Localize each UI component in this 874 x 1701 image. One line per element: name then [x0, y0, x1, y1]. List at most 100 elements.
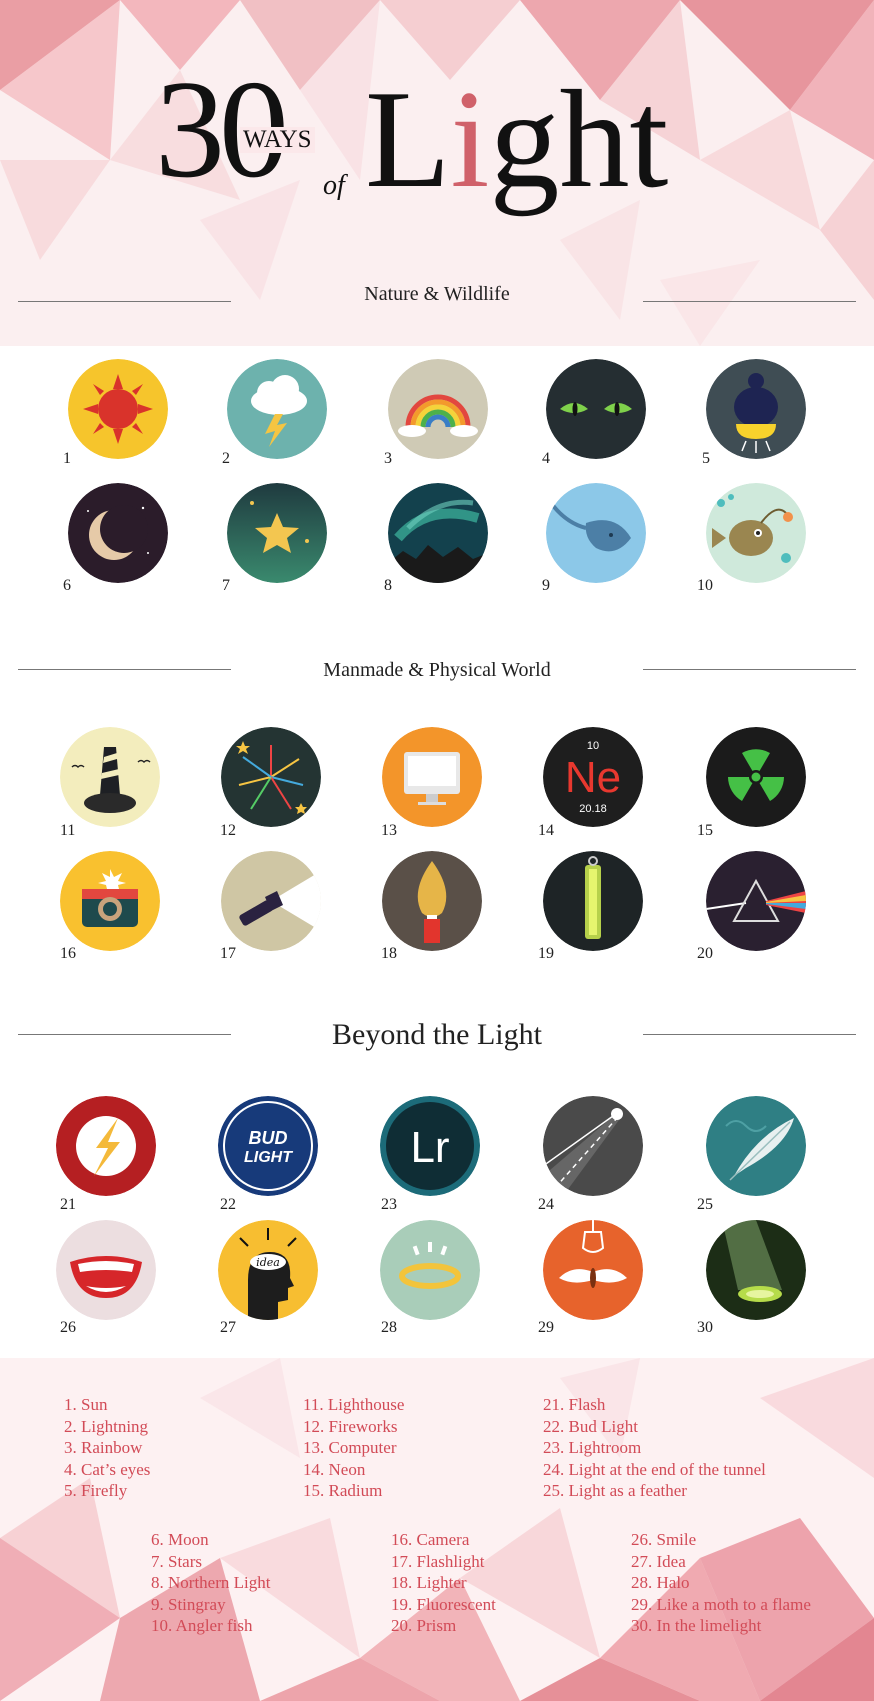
legend-column: 11. Lighthouse 12. Fireworks 13. Compute…: [303, 1394, 404, 1502]
title-word-end: ght: [489, 62, 669, 217]
legend-item: 18. Lighter: [391, 1573, 467, 1593]
legend-item: 16. Camera: [391, 1530, 470, 1549]
limelight-icon: [706, 1220, 806, 1320]
legend-item: 2. Lightning: [64, 1416, 149, 1436]
legend-item: 23. Lightroom: [543, 1438, 642, 1458]
neon-number: 10: [587, 740, 599, 752]
bud-logo-bottom: LIGHT: [244, 1149, 293, 1166]
legend-column: 26. Smile 27. Idea 28. Halo 29. Like a m…: [631, 1529, 811, 1637]
legend-item: 3. Rainbow: [64, 1438, 143, 1458]
flashlight-icon: [221, 851, 321, 951]
cat-eyes-icon: [546, 359, 646, 459]
legend-item: 8. Northern Light: [151, 1573, 271, 1593]
section-title-nature: Nature & Wildlife: [364, 283, 510, 305]
lightroom-logo: Lr: [410, 1123, 449, 1172]
bud-light-icon: BUD LIGHT: [218, 1096, 318, 1196]
legend-item: 5. Firefly: [64, 1481, 128, 1501]
icon-number: 2: [222, 450, 230, 467]
legend-item: 25. Light as a feather: [543, 1481, 687, 1501]
moth-flame-icon: [543, 1220, 643, 1320]
legend-item: 11. Lighthouse: [303, 1395, 405, 1414]
section-divider-left: [18, 669, 231, 670]
title-of: of: [323, 170, 345, 201]
legend-item: 27. Idea: [631, 1551, 686, 1571]
legend-item: 20. Prism: [391, 1616, 457, 1636]
icon-number: 28: [381, 1319, 397, 1336]
legend-item: 6. Moon: [151, 1530, 209, 1549]
legend-column: 21. Flash 22. Bud Light 23. Lightroom 24…: [543, 1394, 766, 1502]
tunnel-light-icon: [543, 1096, 643, 1196]
idea-label: idea: [256, 1256, 280, 1269]
legend-item: 7. Stars: [151, 1551, 202, 1571]
section-divider-left: [18, 1034, 231, 1035]
legend-item: 14. Neon: [303, 1459, 366, 1479]
rainbow-icon: [388, 359, 488, 459]
icon-number: 5: [702, 450, 710, 467]
smile-icon: [56, 1220, 156, 1320]
bud-logo-top: BUD: [249, 1128, 288, 1148]
icon-number: 25: [697, 1196, 713, 1213]
icon-number: 4: [542, 450, 550, 467]
section-divider-left: [18, 301, 231, 302]
icon-number: 3: [384, 450, 392, 467]
title-word-start: L: [365, 62, 451, 217]
camera-icon: [60, 851, 160, 951]
title-word-highlight: i: [450, 62, 490, 217]
legend-item: 9. Stingray: [151, 1594, 226, 1614]
feather-icon: [706, 1096, 806, 1196]
icon-number: 27: [220, 1319, 236, 1336]
legend-item: 4. Cat’s eyes: [64, 1459, 151, 1479]
section-title-manmade: Manmade & Physical World: [323, 659, 551, 681]
icon-number: 18: [381, 945, 397, 962]
lighter-icon: [382, 851, 482, 951]
icon-number: 23: [381, 1196, 397, 1213]
neon-symbol: Ne: [565, 753, 621, 802]
section-divider-right: [643, 669, 856, 670]
icon-number: 13: [381, 822, 397, 839]
icon-number: 17: [220, 945, 236, 962]
angler-fish-icon: [706, 483, 806, 583]
lighthouse-icon: [60, 727, 160, 827]
halo-icon: [380, 1220, 480, 1320]
icon-number: 9: [542, 577, 550, 594]
section-title-beyond: Beyond the Light: [332, 1018, 542, 1051]
lightning-icon: [227, 359, 327, 459]
icon-number: 29: [538, 1319, 554, 1336]
legend-column: 6. Moon 7. Stars 8. Northern Light 9. St…: [151, 1529, 270, 1637]
legend-column: 1. Sun 2. Lightning 3. Rainbow 4. Cat’s …: [64, 1394, 150, 1502]
legend-item: 29. Like a moth to a flame: [631, 1594, 811, 1614]
neon-icon: 10 Ne 20.18: [543, 727, 643, 827]
icon-number: 1: [63, 450, 71, 467]
prism-icon: [706, 851, 806, 951]
icon-number: 24: [538, 1196, 554, 1213]
legend-item: 26. Smile: [631, 1530, 697, 1549]
legend-item: 17. Flashlight: [391, 1551, 485, 1571]
icon-number: 30: [697, 1319, 713, 1336]
legend-item: 1. Sun: [64, 1395, 108, 1414]
icon-number: 7: [222, 577, 230, 594]
flash-icon: [56, 1096, 156, 1196]
icon-number: 22: [220, 1196, 236, 1213]
section-divider-right: [643, 1034, 856, 1035]
legend-item: 13. Computer: [303, 1438, 397, 1458]
idea-icon: idea: [218, 1220, 318, 1320]
legend-item: 19. Fluorescent: [391, 1594, 496, 1614]
icon-number: 16: [60, 945, 76, 962]
icon-number: 11: [60, 822, 76, 839]
moon-icon: [68, 483, 168, 583]
icon-number: 12: [220, 822, 236, 839]
firefly-icon: [706, 359, 806, 459]
radium-icon: [706, 727, 806, 827]
legend-item: 22. Bud Light: [543, 1416, 638, 1436]
fireworks-icon: [221, 727, 321, 827]
fluorescent-icon: [543, 851, 643, 951]
icon-number: 21: [60, 1196, 76, 1213]
neon-mass: 20.18: [579, 803, 607, 815]
section-divider-right: [643, 301, 856, 302]
icon-number: 10: [697, 577, 713, 594]
legend-item: 15. Radium: [303, 1481, 383, 1501]
icon-number: 6: [63, 577, 71, 594]
legend-item: 21. Flash: [543, 1395, 606, 1414]
legend-item: 12. Fireworks: [303, 1416, 398, 1436]
sun-icon: [68, 359, 168, 459]
